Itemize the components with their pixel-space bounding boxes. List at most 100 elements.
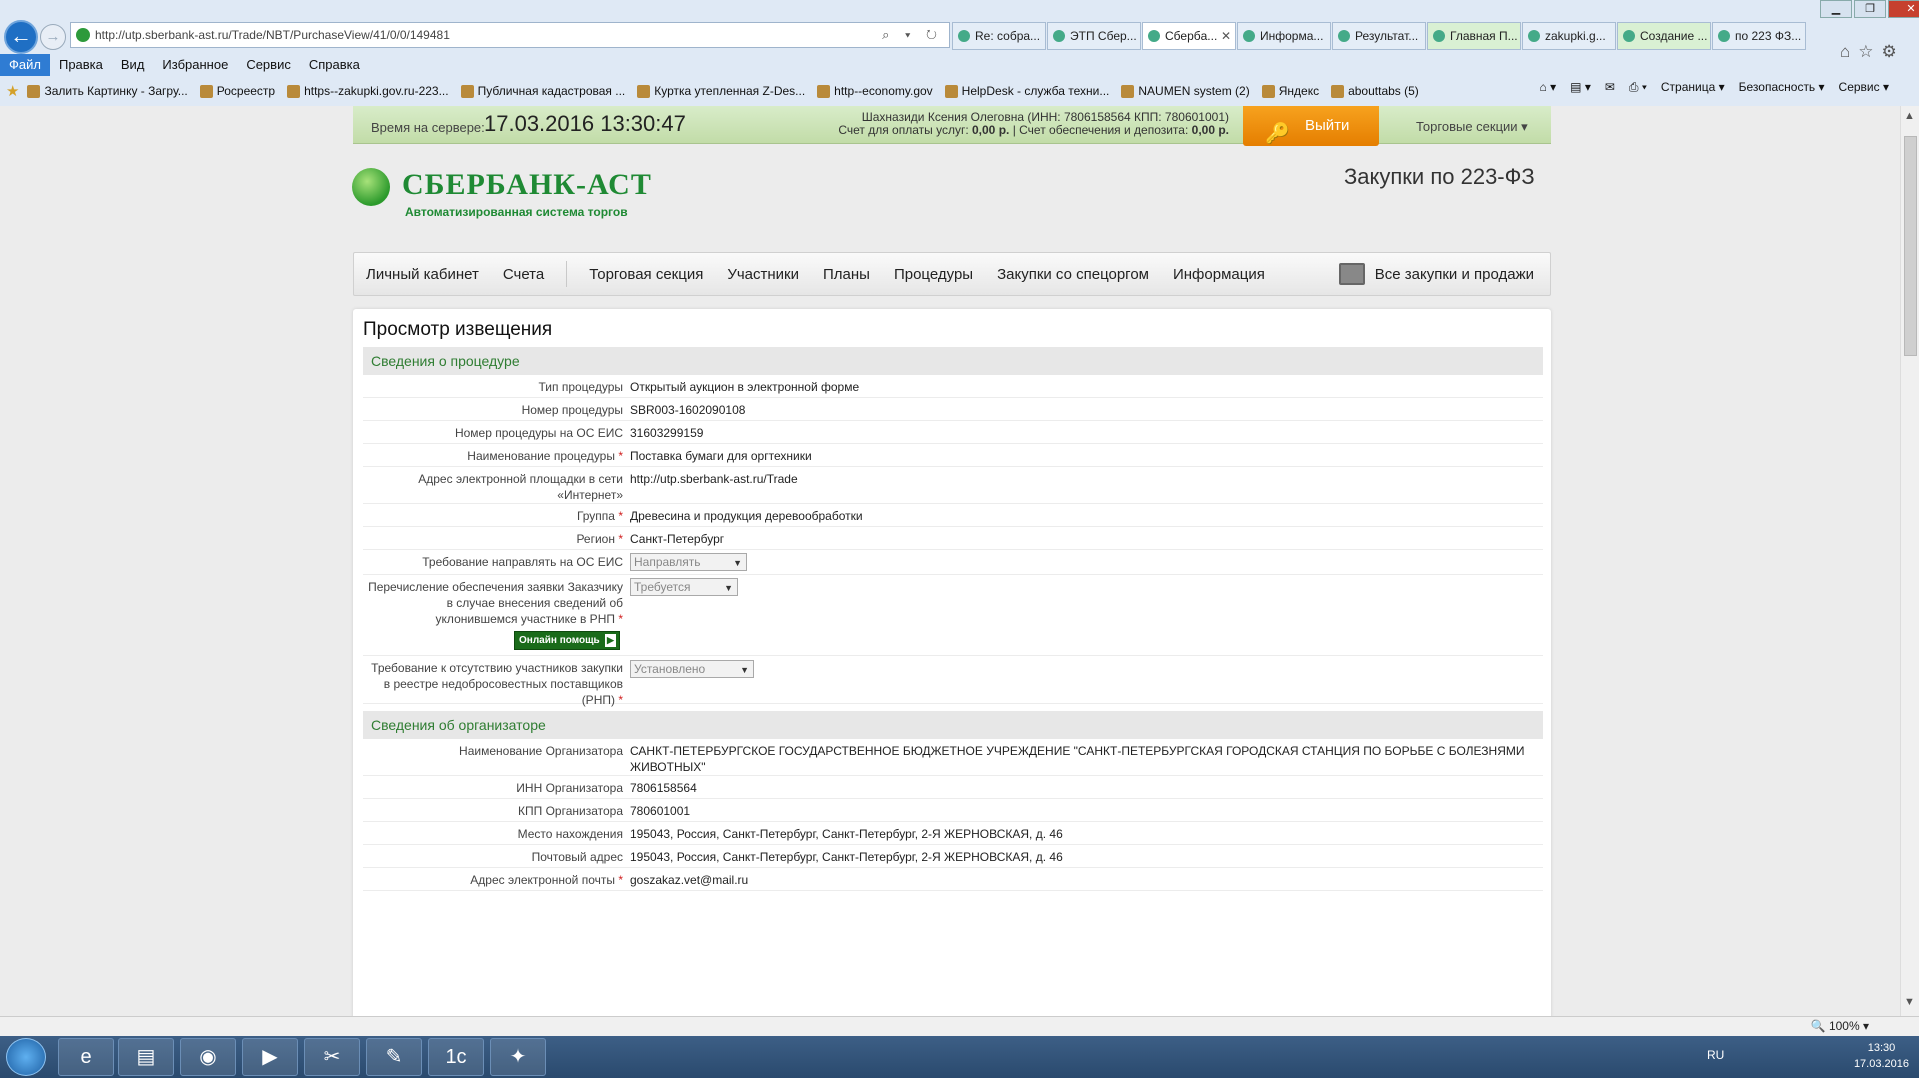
favorite-label: Залить Картинку - Загру... [44, 84, 188, 98]
label-region: Регион * [576, 532, 623, 546]
browser-tab[interactable]: Re: собра... [952, 22, 1046, 50]
label-eis-number: Номер процедуры на ОС ЕИС [454, 426, 623, 440]
site-favicon-icon [76, 28, 90, 42]
logout-label: Выйти [1305, 117, 1350, 134]
all-purchases-link[interactable]: Все закупки и продажи [1338, 263, 1534, 285]
nav-special-org[interactable]: Закупки со спецоргом [985, 266, 1161, 283]
scroll-down-icon[interactable]: ▼ [1904, 996, 1915, 1008]
nav-information[interactable]: Информация [1161, 266, 1277, 283]
browser-tab[interactable]: Главная П... [1427, 22, 1521, 50]
explorer-taskbar-icon[interactable]: ▤ [118, 1038, 174, 1076]
favorite-link[interactable]: abouttabs (5) [1331, 84, 1419, 98]
rnp-requirement-select[interactable]: Установлено ▼ [630, 660, 754, 678]
label-site-address: Адрес электронной площадки в сети «Интер… [418, 472, 623, 502]
media-taskbar-icon[interactable]: ▶ [242, 1038, 298, 1076]
user-info: Шахназиди Ксения Олеговна (ИНН: 78061585… [838, 111, 1229, 137]
app-taskbar-icon[interactable]: ✦ [490, 1038, 546, 1076]
menu-item[interactable]: Правка [50, 54, 112, 76]
browser-tab[interactable]: по 223 ФЗ... [1712, 22, 1806, 50]
command-menu[interactable]: Безопасность ▾ [1739, 80, 1825, 95]
label-organizer-name: Наименование Организатора [459, 744, 623, 758]
favorite-link[interactable]: NAUMEN system (2) [1121, 84, 1250, 98]
scissors-taskbar-icon[interactable]: ✂ [304, 1038, 360, 1076]
logout-button[interactable]: 🔑 Выйти [1243, 106, 1379, 146]
menu-item[interactable]: Избранное [153, 54, 237, 76]
nav-plans[interactable]: Планы [811, 266, 882, 283]
tab-label: Главная П... [1450, 29, 1518, 43]
favorite-link[interactable]: HelpDesk - служба техни... [944, 84, 1109, 98]
home-command-icon[interactable]: ⌂ ▾ [1540, 80, 1557, 95]
browser-tab[interactable]: zakupki.g... [1522, 22, 1616, 50]
scroll-thumb[interactable] [1904, 136, 1917, 356]
favorite-link[interactable]: Куртка утепленная Z-Des... [637, 84, 805, 98]
page-scrollbar[interactable]: ▲ ▼ [1900, 106, 1919, 1016]
tab-favicon-icon [1528, 30, 1540, 42]
1c-taskbar-icon[interactable]: 1c [428, 1038, 484, 1076]
command-menu[interactable]: Сервис ▾ [1839, 80, 1889, 95]
mail-icon[interactable]: ✉ [1605, 80, 1615, 95]
language-indicator[interactable]: RU [1707, 1048, 1724, 1062]
favorite-link[interactable]: Залить Картинку - Загру... [27, 84, 188, 98]
eis-requirement-select[interactable]: Направлять ▼ [630, 553, 747, 571]
favorite-icon [1261, 84, 1275, 98]
section-organizer-header: Сведения об организаторе [363, 711, 1543, 739]
start-button[interactable] [6, 1038, 46, 1076]
transfer-requirement-select[interactable]: Требуется ▼ [630, 578, 738, 596]
label-organizer-location: Место нахождения [517, 827, 623, 841]
row-organizer-inn: ИНН Организатора 7806158564 [363, 776, 1543, 799]
nav-personal-cabinet[interactable]: Личный кабинет [354, 266, 491, 283]
value-organizer-email: goszakaz.vet@mail.ru [630, 873, 749, 887]
favorite-link[interactable]: https--zakupki.gov.ru-223... [287, 84, 449, 98]
sberbank-logo-icon [352, 168, 390, 206]
menu-item[interactable]: Сервис [237, 54, 300, 76]
ie-taskbar-icon[interactable]: e [58, 1038, 114, 1076]
menu-item[interactable]: Файл [0, 54, 50, 76]
browser-tab[interactable]: Информа... [1237, 22, 1331, 50]
browser-tab[interactable]: Результат... [1332, 22, 1426, 50]
zoom-level[interactable]: 🔍 100% ▾ [1811, 1019, 1869, 1033]
browser-tab[interactable]: Сбербa... ✕ [1142, 22, 1236, 50]
browser-tab[interactable]: ЭТП Сбер... [1047, 22, 1141, 50]
all-purchases-label: Все закупки и продажи [1374, 265, 1534, 283]
monitor-icon [1338, 263, 1365, 285]
system-clock[interactable]: 13:30 17.03.2016 [1854, 1040, 1909, 1072]
label-procedure-name: Наименование процедуры * [467, 449, 623, 463]
nav-participants[interactable]: Участники [715, 266, 811, 283]
address-tools-icons[interactable]: ⌕ ▾ ↻ [882, 23, 943, 47]
nav-accounts[interactable]: Счета [491, 266, 556, 283]
tab-favicon-icon [1243, 30, 1255, 42]
menu-item[interactable]: Вид [112, 54, 154, 76]
row-group: Группа * Древесина и продукция деревообр… [363, 504, 1543, 527]
back-button[interactable]: ← [4, 20, 38, 54]
print-icon[interactable]: ⎙ ▾ [1629, 80, 1647, 95]
web-page: Время на сервере: 17.03.2016 13:30:47 Ша… [0, 106, 1900, 1016]
nav-trade-section[interactable]: Торговая секция [577, 266, 715, 283]
label-organizer-postal: Почтовый адрес [531, 850, 623, 864]
favorite-link[interactable]: Яндекс [1261, 84, 1319, 98]
favorite-label: Росреестр [216, 84, 276, 98]
scroll-up-icon[interactable]: ▲ [1904, 110, 1915, 122]
label-organizer-inn: ИНН Организатора [516, 781, 623, 795]
online-help-button[interactable]: Онлайн помощь ▶ [514, 631, 620, 650]
clock-date: 17.03.2016 [1853, 1058, 1909, 1070]
row-eis-requirement: Требование направлять на ОС ЕИС Направля… [363, 550, 1543, 575]
forward-button[interactable]: → [40, 24, 66, 50]
tools-taskbar-icon[interactable]: ✎ [366, 1038, 422, 1076]
trade-sections-dropdown[interactable]: Торговые секции ▾ [1416, 119, 1528, 135]
browser-tab[interactable]: Создание ... [1617, 22, 1711, 50]
feeds-icon[interactable]: ▤ ▾ [1570, 80, 1591, 95]
nav-procedures[interactable]: Процедуры [882, 266, 985, 283]
tab-close-icon[interactable]: ✕ [1221, 23, 1231, 49]
favorite-link[interactable]: http--economy.gov [817, 84, 933, 98]
favorites-add-icon[interactable]: ★ [6, 82, 19, 100]
chrome-taskbar-icon[interactable]: ◉ [180, 1038, 236, 1076]
favorite-link[interactable]: Публичная кадастровая ... [460, 84, 625, 98]
command-menu[interactable]: Страница ▾ [1661, 80, 1725, 95]
value-procedure-type: Открытый аукцион в электронной форме [630, 380, 860, 394]
address-bar[interactable]: http://utp.sberbank-ast.ru/Trade/NBT/Pur… [70, 22, 950, 48]
menu-item[interactable]: Справка [300, 54, 369, 76]
tab-label: по 223 ФЗ... [1735, 29, 1802, 43]
tab-label: Сбербa... [1165, 29, 1218, 43]
favorite-link[interactable]: Росреестр [199, 84, 276, 98]
tab-favicon-icon [1053, 30, 1065, 42]
